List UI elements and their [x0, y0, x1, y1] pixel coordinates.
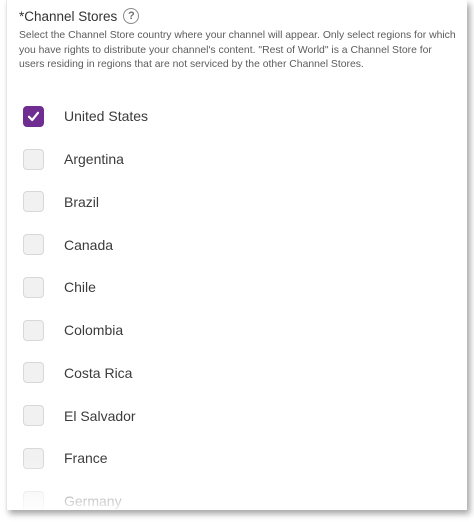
channel-stores-panel: *Channel Stores ? Select the Channel Sto…	[6, 0, 467, 510]
store-checkbox[interactable]	[23, 362, 44, 384]
field-description: Select the Channel Store country where y…	[19, 30, 456, 70]
channel-store-list: United States Argentina Brazil Canada Chile C…	[23, 95, 443, 510]
store-checkbox[interactable]	[23, 148, 44, 170]
store-option-label: France	[64, 450, 108, 467]
store-option-costa-rica[interactable]: Costa Rica	[23, 352, 443, 395]
store-option-label: Colombia	[64, 322, 124, 339]
store-checkbox[interactable]	[23, 191, 44, 213]
store-checkbox[interactable]	[23, 105, 44, 127]
store-checkbox[interactable]	[23, 234, 44, 256]
field-label: *Channel Stores	[19, 8, 118, 24]
question-circle-icon[interactable]: ?	[123, 8, 140, 24]
store-checkbox[interactable]	[23, 276, 44, 298]
store-checkbox[interactable]	[23, 405, 44, 427]
store-option-chile[interactable]: Chile	[23, 266, 443, 309]
store-option-label: United States	[64, 108, 149, 125]
store-option-label: Brazil	[64, 193, 100, 210]
store-option-france[interactable]: France	[23, 437, 443, 480]
store-option-argentina[interactable]: Argentina	[23, 138, 443, 181]
store-option-label: Chile	[64, 279, 96, 296]
store-checkbox[interactable]	[23, 490, 44, 510]
store-option-label: Canada	[64, 236, 114, 253]
store-option-canada[interactable]: Canada	[23, 223, 443, 266]
store-checkbox[interactable]	[23, 319, 44, 341]
store-checkbox[interactable]	[23, 447, 44, 469]
checkmark-icon	[27, 111, 40, 121]
store-option-colombia[interactable]: Colombia	[23, 309, 443, 352]
store-option-label: El Salvador	[64, 407, 136, 424]
store-option-el-salvador[interactable]: El Salvador	[23, 394, 443, 437]
store-option-label: Argentina	[64, 151, 124, 168]
store-option-united-states[interactable]: United States	[23, 95, 443, 138]
channel-stores-heading: *Channel Stores ?	[19, 8, 140, 24]
store-option-brazil[interactable]: Brazil	[23, 181, 443, 224]
store-option-germany[interactable]: Germany	[23, 480, 443, 510]
store-option-label: Germany	[64, 493, 122, 510]
store-option-label: Costa Rica	[64, 364, 133, 381]
